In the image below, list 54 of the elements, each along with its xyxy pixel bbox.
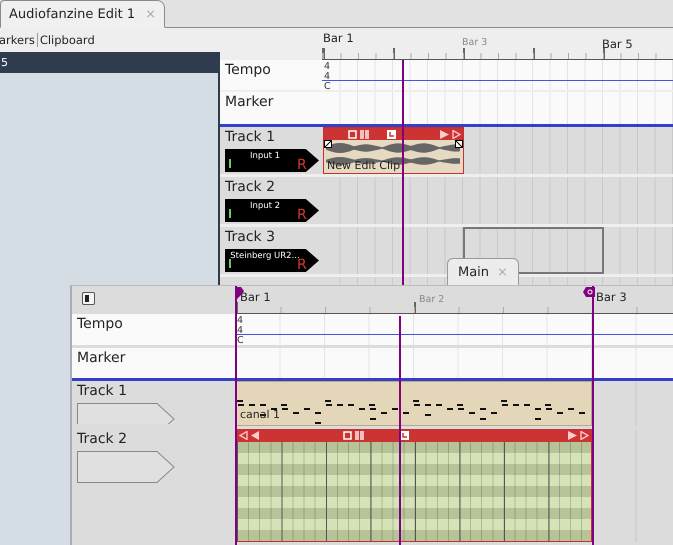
play-outline-icon[interactable] — [452, 130, 461, 138]
square-icon[interactable] — [342, 431, 352, 440]
bar-label: Bar 1 — [240, 290, 271, 304]
loop-end-flag-icon[interactable] — [583, 287, 595, 297]
track-label: Marker — [225, 94, 274, 111]
track-label: Track 2 — [77, 430, 128, 448]
split-square-icon[interactable] — [360, 130, 369, 138]
time-signature: 4 — [237, 326, 244, 336]
track-input-panel[interactable]: Input 2 R — [225, 199, 319, 222]
time-signature: 4 — [237, 316, 244, 326]
input-label: Input 2 — [248, 201, 282, 211]
record-button[interactable]: R — [297, 157, 307, 173]
corner-icon[interactable] — [387, 130, 396, 138]
track-input-panel[interactable] — [77, 450, 175, 483]
time-signature: 4 — [324, 62, 332, 72]
bar-label: Bar 1 — [323, 31, 354, 45]
track-label: Tempo — [225, 62, 272, 79]
track-label: Track 2 — [225, 179, 276, 196]
toolbar-tab[interactable]: arkers — [0, 33, 37, 47]
record-button[interactable]: R — [297, 207, 307, 223]
document-tab[interactable]: Audiofanzine Edit 1 × — [0, 0, 166, 28]
panel-toggle-icon[interactable] — [82, 292, 95, 305]
bar-label: Bar 3 — [462, 37, 488, 48]
play-icon[interactable] — [440, 130, 449, 138]
tab-label: Audiofanzine Edit 1 — [9, 6, 136, 22]
track-input-panel[interactable]: Input 1 R — [225, 149, 319, 172]
tab-label: Main — [458, 265, 490, 280]
square-icon[interactable] — [348, 130, 357, 138]
play-outline-icon[interactable] — [580, 431, 589, 440]
window-tab[interactable]: Main × — [447, 258, 519, 286]
play-icon[interactable] — [568, 431, 577, 440]
bar-label: Bar 5 — [602, 37, 633, 51]
track-input-panel[interactable] — [77, 402, 175, 424]
midi-clip[interactable]: canal 1 — [236, 380, 592, 426]
record-button[interactable]: R — [297, 257, 307, 273]
track-label: Marker — [77, 350, 126, 368]
left-triangle-icon[interactable] — [251, 431, 260, 440]
time-signature: 4 — [324, 72, 332, 82]
key-label: C — [324, 82, 332, 92]
bar-label: Bar 3 — [596, 290, 627, 304]
track-label: Track 3 — [225, 229, 276, 246]
input-label: Input 1 — [248, 151, 282, 161]
key-label: C — [237, 336, 245, 346]
bar-label: Bar 2 — [419, 294, 444, 305]
resize-handle-icon[interactable] — [455, 140, 463, 148]
track-label: Track 1 — [77, 382, 128, 400]
track-label: Tempo — [77, 316, 124, 334]
panel-header: 5 — [1, 56, 8, 69]
toolbar-tab[interactable]: Clipboard — [36, 33, 97, 47]
resize-handle-icon[interactable] — [324, 140, 332, 148]
clip-name: canal 1 — [240, 408, 280, 421]
left-triangle-outline-icon[interactable] — [239, 431, 248, 440]
split-square-icon[interactable] — [354, 431, 364, 440]
track-label: Track 1 — [225, 129, 276, 146]
